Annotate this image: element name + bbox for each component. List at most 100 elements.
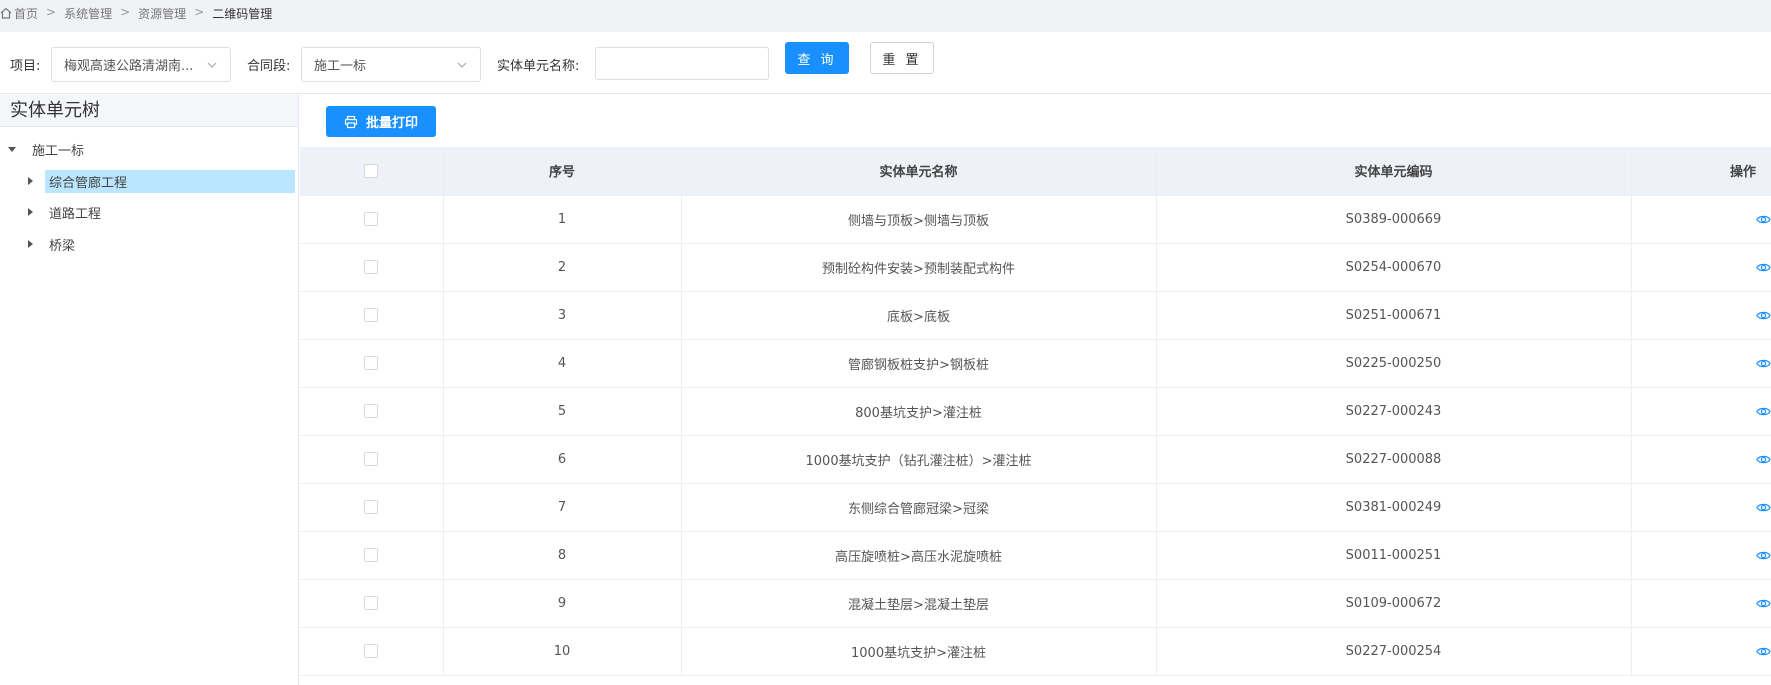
row-name: 1000基坑支护（钻孔灌注桩）>灌注桩 (681, 435, 1157, 484)
row-checkbox[interactable] (364, 500, 379, 514)
column-header-no: 序号 (443, 147, 682, 196)
row-action-cell (1631, 531, 1771, 580)
row-action-cell (1631, 627, 1771, 676)
row-action-cell (1631, 243, 1771, 292)
reset-button[interactable]: 重 置 (870, 42, 934, 74)
table-row: 3 底板>底板 S0251-000671 (300, 291, 1771, 340)
row-checkbox[interactable] (364, 212, 379, 226)
caret-right-icon[interactable] (28, 177, 33, 185)
row-name: 混凝土垫层>混凝土垫层 (681, 579, 1157, 628)
tree-node-pipe-gallery[interactable]: 综合管廊工程 (28, 169, 295, 193)
row-code: S0225-000250 (1156, 339, 1632, 388)
entity-unit-tree-panel: 实体单元树 施工一标 综合管廊工程 道路工程 桥梁 (0, 95, 299, 685)
tree-node-label: 施工一标 (32, 143, 85, 159)
tree-node-bridge[interactable]: 桥梁 (28, 232, 79, 256)
breadcrumb-system[interactable]: 系统管理 (64, 5, 112, 22)
row-select-cell (300, 531, 444, 580)
row-checkbox[interactable] (364, 356, 379, 370)
row-code: S0011-000251 (1156, 531, 1632, 580)
view-eye-icon[interactable] (1756, 500, 1771, 515)
row-no: 8 (443, 531, 682, 580)
row-no: 4 (443, 339, 682, 388)
row-select-cell (300, 291, 444, 340)
table-row: 6 1000基坑支护（钻孔灌注桩）>灌注桩 S0227-000088 (300, 435, 1771, 484)
tree-node-root[interactable]: 施工一标 (8, 137, 88, 161)
select-all-checkbox[interactable] (364, 163, 379, 178)
breadcrumb-separator: > (46, 5, 57, 19)
view-eye-icon[interactable] (1756, 260, 1771, 275)
row-name: 高压旋喷桩>高压水泥旋喷桩 (681, 531, 1157, 580)
row-select-cell (300, 483, 444, 532)
row-no: 3 (443, 291, 682, 340)
row-no: 5 (443, 387, 682, 436)
row-checkbox[interactable] (364, 452, 379, 466)
column-header-action: 操作 (1631, 147, 1771, 196)
contract-select[interactable]: 施工一标 (301, 47, 481, 82)
main-content: 批量打印 序号 实体单元名称 实体单元编码 操作 1 侧墙与顶板>侧墙与顶板 S… (300, 95, 1771, 685)
view-eye-icon[interactable] (1756, 644, 1771, 659)
table-row: 1 侧墙与顶板>侧墙与顶板 S0389-000669 (300, 195, 1771, 244)
table-row: 7 东侧综合管廊冠梁>冠梁 S0381-000249 (300, 483, 1771, 532)
caret-right-icon[interactable] (28, 240, 33, 248)
table-row: 10 1000基坑支护>灌注桩 S0227-000254 (300, 627, 1771, 676)
caret-right-icon[interactable] (28, 208, 33, 216)
entity-unit-table: 序号 实体单元名称 实体单元编码 操作 1 侧墙与顶板>侧墙与顶板 S0389-… (300, 147, 1771, 676)
table-row: 2 预制砼构件安装>预制装配式构件 S0254-000670 (300, 243, 1771, 292)
row-checkbox[interactable] (364, 308, 379, 322)
row-name: 底板>底板 (681, 291, 1157, 340)
project-label: 项目: (10, 59, 41, 74)
caret-down-icon[interactable] (8, 146, 16, 152)
row-select-cell (300, 339, 444, 388)
row-checkbox[interactable] (364, 596, 379, 610)
view-eye-icon[interactable] (1756, 308, 1771, 323)
row-name: 侧墙与顶板>侧墙与顶板 (681, 195, 1157, 244)
search-button[interactable]: 查 询 (785, 42, 849, 74)
row-select-cell (300, 195, 444, 244)
project-select[interactable]: 梅观高速公路清湖南... (51, 47, 231, 82)
row-code: S0227-000254 (1156, 627, 1632, 676)
row-no: 1 (443, 195, 682, 244)
row-checkbox[interactable] (364, 644, 379, 658)
row-checkbox[interactable] (364, 260, 379, 274)
home-icon (0, 7, 12, 19)
row-code: S0109-000672 (1156, 579, 1632, 628)
row-name: 1000基坑支护>灌注桩 (681, 627, 1157, 676)
batch-print-label: 批量打印 (365, 116, 418, 131)
row-code: S0381-000249 (1156, 483, 1632, 532)
row-action-cell (1631, 435, 1771, 484)
tree-node-label: 道路工程 (49, 206, 102, 222)
breadcrumb: 首页 > 系统管理 > 资源管理 > 二维码管理 (0, 0, 1771, 32)
select-all-header (300, 147, 444, 196)
row-action-cell (1631, 291, 1771, 340)
tree-node-label: 综合管廊工程 (45, 169, 295, 193)
view-eye-icon[interactable] (1756, 404, 1771, 419)
view-eye-icon[interactable] (1756, 452, 1771, 467)
row-checkbox[interactable] (364, 404, 379, 418)
printer-icon (344, 115, 358, 128)
view-eye-icon[interactable] (1756, 596, 1771, 611)
row-name: 800基坑支护>灌注桩 (681, 387, 1157, 436)
tree-node-label: 桥梁 (49, 238, 76, 254)
view-eye-icon[interactable] (1756, 548, 1771, 563)
batch-print-button[interactable]: 批量打印 (326, 106, 436, 137)
contract-select-value: 施工一标 (314, 59, 367, 74)
unit-name-label: 实体单元名称: (497, 59, 580, 74)
row-no: 7 (443, 483, 682, 532)
row-no: 2 (443, 243, 682, 292)
row-name: 东侧综合管廊冠梁>冠梁 (681, 483, 1157, 532)
row-action-cell (1631, 339, 1771, 388)
breadcrumb-resource[interactable]: 资源管理 (138, 5, 186, 22)
row-checkbox[interactable] (364, 548, 379, 562)
row-code: S0389-000669 (1156, 195, 1632, 244)
column-header-code: 实体单元编码 (1156, 147, 1632, 196)
view-eye-icon[interactable] (1756, 212, 1771, 227)
row-no: 6 (443, 435, 682, 484)
view-eye-icon[interactable] (1756, 356, 1771, 371)
unit-name-input[interactable] (595, 47, 769, 80)
tree-node-road[interactable]: 道路工程 (28, 200, 105, 224)
breadcrumb-home[interactable]: 首页 (14, 5, 38, 22)
row-select-cell (300, 387, 444, 436)
contract-label: 合同段: (247, 59, 291, 74)
breadcrumb-current: 二维码管理 (212, 7, 273, 21)
column-header-name: 实体单元名称 (681, 147, 1157, 196)
